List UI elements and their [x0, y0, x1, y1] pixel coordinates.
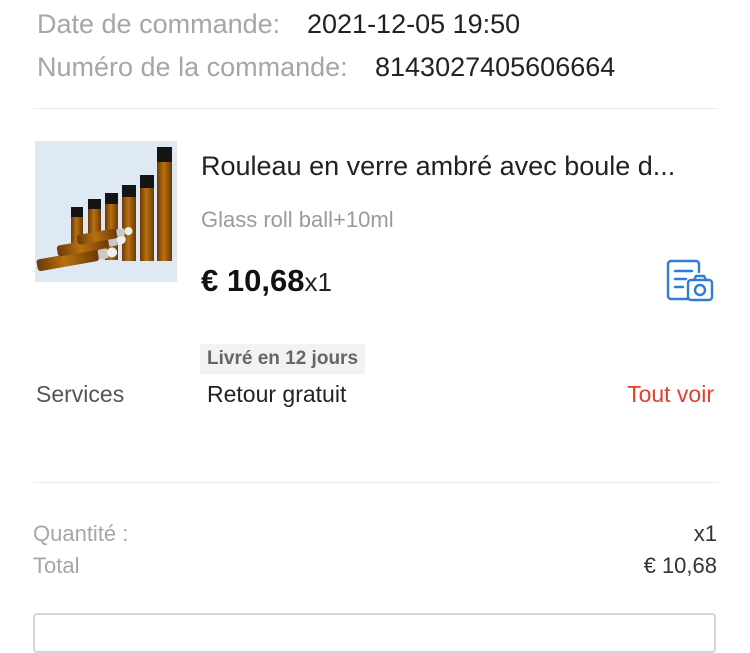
bottom-action-button[interactable] [33, 613, 716, 653]
product-title[interactable]: Rouleau en verre ambré avec boule d... [201, 151, 716, 182]
product-price-line: € 10,68x1 [201, 263, 332, 299]
summary-quantity-value: x1 [693, 521, 717, 546]
order-date-value: 2021-12-05 19:50 [307, 9, 521, 39]
product-price: € 10,68 [201, 263, 305, 298]
document-camera-icon [666, 259, 714, 302]
divider-top [33, 108, 718, 109]
snapshot-button[interactable] [666, 258, 714, 304]
delivery-badge: Livré en 12 jours [200, 344, 366, 374]
product-quantity: x1 [304, 267, 332, 297]
divider-middle [33, 482, 718, 483]
amber-bottles-image [35, 141, 177, 282]
see-all-link[interactable]: Tout voir [627, 381, 714, 408]
order-number-value[interactable]: 8143027405606664 [375, 52, 615, 83]
product-thumbnail[interactable] [35, 141, 177, 282]
order-number-label: Numéro de la commande: [37, 52, 348, 82]
product-variant: Glass roll ball+10ml [201, 207, 394, 232]
services-label: Services [36, 381, 125, 407]
summary-quantity-label: Quantité : [33, 521, 129, 546]
services-value: Retour gratuit [207, 381, 347, 407]
summary-total-label: Total [33, 553, 80, 578]
summary-total-value: € 10,68 [643, 553, 717, 578]
order-date-label: Date de commande: [37, 9, 281, 39]
